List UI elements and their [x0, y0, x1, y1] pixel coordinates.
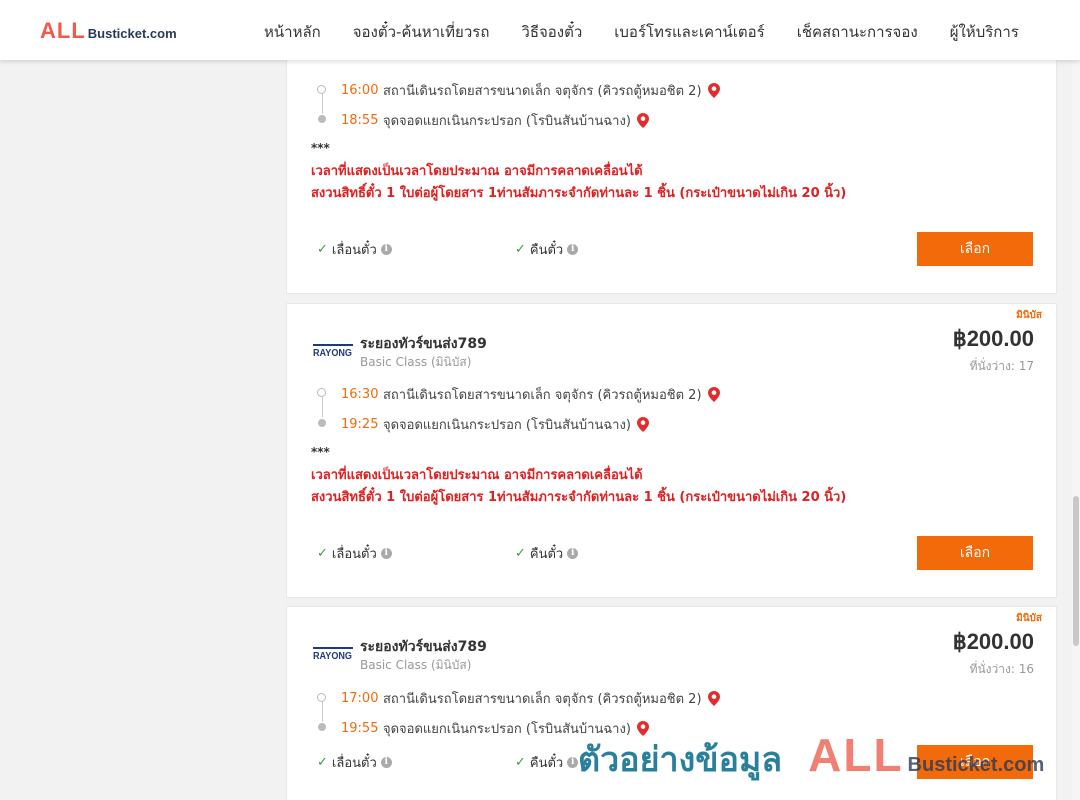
timeline-line [322, 94, 323, 114]
rayong-logo: RAYONG [313, 344, 353, 358]
trip-card: 16:00 สถานีเดินรถโดยสารขนาดเล็ก จตุจักร … [286, 20, 1057, 294]
bus-class: Basic Class (มินิบัส) [360, 658, 472, 672]
rayong-logo: RAYONG [313, 647, 353, 661]
bus-class: Basic Class (มินิบัส) [360, 355, 472, 369]
note-time-approx: เวลาที่แสดงเป็นเวลาโดยประมาณ อาจมีการคลา… [311, 468, 643, 483]
map-pin-icon[interactable] [707, 387, 720, 402]
scrollbar-thumb[interactable] [1073, 496, 1079, 646]
departure-time: 16:30 [341, 387, 379, 402]
seats-available: ที่นั่งว่าง: 16 [969, 662, 1034, 676]
policy-refund-label: คืนตั๋ว [529, 243, 564, 258]
departure-time: 16:00 [341, 83, 379, 98]
departure-stop: 16:00 สถานีเดินรถโดยสารขนาดเล็ก จตุจักร … [341, 80, 720, 101]
ticket-price: ฿200.00 [952, 629, 1034, 654]
page-scrollbar[interactable] [1072, 60, 1080, 800]
timeline-end-dot [318, 115, 326, 123]
policy-change-label: เลื่อนตั๋ว [331, 547, 377, 562]
site-logo[interactable]: ALL Busticket.com [40, 18, 177, 44]
info-icon[interactable]: i [567, 757, 579, 768]
map-pin-icon[interactable] [636, 721, 649, 736]
departure-stop: 17:00 สถานีเดินรถโดยสารขนาดเล็ก จตุจักร … [341, 688, 720, 709]
seats-available: ที่นั่งว่าง: 17 [969, 359, 1034, 373]
nav-contact-counters[interactable]: เบอร์โทรและเคาน์เตอร์ [614, 20, 764, 44]
policy-change-label: เลื่อนตั๋ว [331, 756, 377, 771]
arrival-time: 19:25 [341, 417, 379, 432]
nav-check-booking[interactable]: เช็คสถานะการจอง [797, 20, 918, 44]
timeline-line [322, 702, 323, 722]
check-icon: ✓ [317, 755, 328, 770]
note-baggage-policy: สงวนสิทธิ์ตั๋ว 1 ใบต่อผู้โดยสาร 1ท่านสัม… [311, 186, 847, 201]
select-button[interactable]: เลือก [917, 232, 1033, 266]
timeline-end-dot [318, 419, 326, 427]
trip-card: มินิบัส RAYONG ระยองทัวร์ขนส่ง789 Basic … [286, 303, 1057, 598]
arrival-place: จุดจอดแยกเนินกระปรอก (โรบินสันบ้านฉาง) [383, 114, 631, 129]
operator-name: ระยองทัวร์ขนส่ง789 [360, 639, 487, 655]
departure-stop: 16:30 สถานีเดินรถโดยสารขนาดเล็ก จตุจักร … [341, 384, 720, 405]
arrival-time: 18:55 [341, 113, 379, 128]
check-icon: ✓ [317, 546, 328, 561]
policy-change: ✓ เลื่อนตั๋ว i [317, 239, 392, 260]
policy-change: ✓ เลื่อนตั๋ว i [317, 752, 392, 773]
nav-operators[interactable]: ผู้ให้บริการ [950, 20, 1019, 44]
check-icon: ✓ [317, 242, 328, 257]
map-pin-icon[interactable] [636, 113, 649, 128]
departure-place: สถานีเดินรถโดยสารขนาดเล็ก จตุจักร (คิวรถ… [383, 388, 702, 403]
select-button[interactable]: เลือก [917, 536, 1033, 570]
arrival-stop: 19:25 จุดจอดแยกเนินกระปรอก (โรบินสันบ้าน… [341, 414, 649, 435]
operator-name: ระยองทัวร์ขนส่ง789 [360, 336, 487, 352]
policy-refund-label: คืนตั๋ว [529, 547, 564, 562]
info-icon[interactable]: i [380, 548, 392, 559]
operator-logo-text: RAYONG [313, 348, 352, 358]
select-button[interactable]: เลือก [917, 745, 1033, 779]
vehicle-type-badge: มินิบัส [1016, 310, 1042, 321]
nav-book-ticket[interactable]: จองตั๋ว-ค้นหาเที่ยวรถ [353, 20, 490, 44]
policy-refund: ✓ คืนตั๋ว i [515, 752, 579, 773]
policy-change-label: เลื่อนตั๋ว [331, 243, 377, 258]
operator-logo-text: RAYONG [313, 651, 352, 661]
note-time-approx: เวลาที่แสดงเป็นเวลาโดยประมาณ อาจมีการคลา… [311, 164, 643, 179]
arrival-stop: 19:55 จุดจอดแยกเนินกระปรอก (โรบินสันบ้าน… [341, 718, 649, 739]
policy-change: ✓ เลื่อนตั๋ว i [317, 543, 392, 564]
check-icon: ✓ [515, 755, 526, 770]
check-icon: ✓ [515, 242, 526, 257]
note-baggage-policy: สงวนสิทธิ์ตั๋ว 1 ใบต่อผู้โดยสาร 1ท่านสัม… [311, 490, 847, 505]
departure-time: 17:00 [341, 691, 379, 706]
departure-place: สถานีเดินรถโดยสารขนาดเล็ก จตุจักร (คิวรถ… [383, 84, 702, 99]
main-nav: หน้าหลัก จองตั๋ว-ค้นหาเที่ยวรถ วิธีจองตั… [248, 20, 1035, 44]
note-stars: *** [311, 445, 330, 459]
policy-refund-label: คืนตั๋ว [529, 756, 564, 771]
map-pin-icon[interactable] [707, 691, 720, 706]
nav-how-to-book[interactable]: วิธีจองตั๋ว [521, 20, 582, 44]
nav-home[interactable]: หน้าหลัก [264, 20, 321, 44]
timeline-start-dot [317, 85, 326, 94]
arrival-place: จุดจอดแยกเนินกระปรอก (โรบินสันบ้านฉาง) [383, 722, 631, 737]
policy-refund: ✓ คืนตั๋ว i [515, 239, 579, 260]
note-stars: *** [311, 141, 330, 155]
map-pin-icon[interactable] [636, 417, 649, 432]
info-icon[interactable]: i [380, 244, 392, 255]
arrival-time: 19:55 [341, 721, 379, 736]
departure-place: สถานีเดินรถโดยสารขนาดเล็ก จตุจักร (คิวรถ… [383, 692, 702, 707]
arrival-place: จุดจอดแยกเนินกระปรอก (โรบินสันบ้านฉาง) [383, 418, 631, 433]
ticket-price: ฿200.00 [952, 326, 1034, 351]
info-icon[interactable]: i [567, 244, 579, 255]
timeline-end-dot [318, 723, 326, 731]
timeline-line [322, 397, 323, 417]
logo-busticket-text: Busticket.com [87, 26, 177, 41]
vehicle-type-badge: มินิบัส [1016, 613, 1042, 624]
trip-card: มินิบัส RAYONG ระยองทัวร์ขนส่ง789 Basic … [286, 606, 1057, 800]
info-icon[interactable]: i [380, 757, 392, 768]
arrival-stop: 18:55 จุดจอดแยกเนินกระปรอก (โรบินสันบ้าน… [341, 110, 649, 131]
info-icon[interactable]: i [567, 548, 579, 559]
timeline-start-dot [317, 388, 326, 397]
logo-all-text: ALL [40, 18, 86, 43]
site-header: ALL Busticket.com หน้าหลัก จองตั๋ว-ค้นหา… [0, 0, 1080, 60]
check-icon: ✓ [515, 546, 526, 561]
policy-refund: ✓ คืนตั๋ว i [515, 543, 579, 564]
map-pin-icon[interactable] [707, 83, 720, 98]
timeline-start-dot [317, 693, 326, 702]
